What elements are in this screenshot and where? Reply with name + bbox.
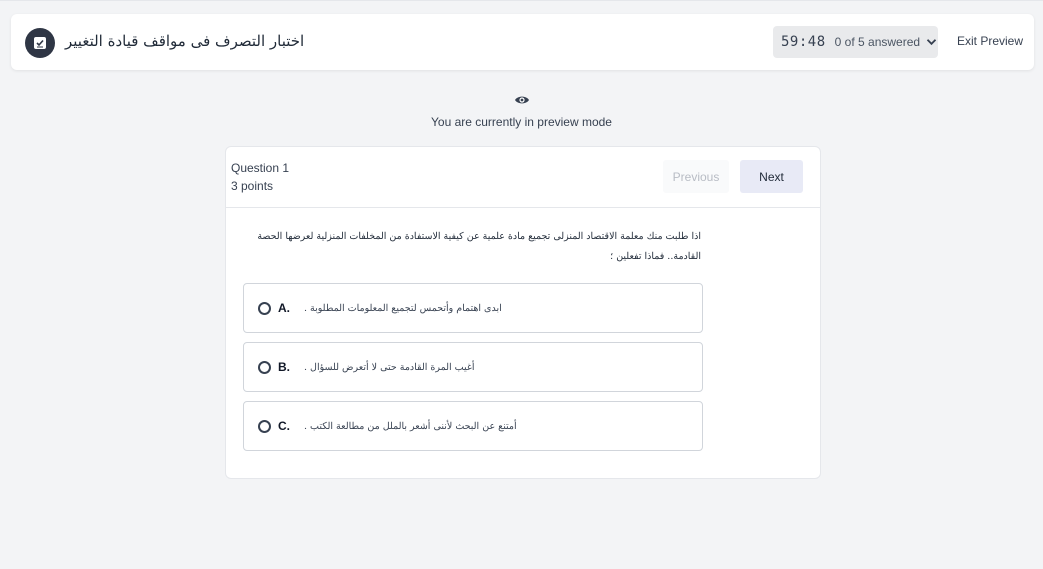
- question-number: Question 1: [231, 161, 290, 175]
- quiz-title: اختبار التصرف فى مواقف قيادة التغيير: [65, 32, 305, 50]
- radio-unchecked-icon[interactable]: [258, 419, 271, 433]
- option-text: أغيب المرة القادمة حتى لا أتعرض للسؤال .: [304, 361, 475, 373]
- question-card: Question 1 3 points Previous Next اذا طل…: [225, 146, 821, 479]
- question-text: اذا طلبت منك معلمة الاقتصاد المنزلى تجمي…: [257, 231, 701, 262]
- previous-button[interactable]: Previous: [663, 160, 729, 193]
- answer-option-b[interactable]: B. أغيب المرة القادمة حتى لا أتعرض للسؤا…: [243, 342, 703, 392]
- preview-mode-text: You are currently in preview mode: [431, 115, 612, 129]
- preview-mode-notice: You are currently in preview mode: [0, 93, 1043, 129]
- radio-unchecked-icon[interactable]: [258, 360, 271, 374]
- answered-status-dropdown[interactable]: 59:48 0 of 5 answered: [773, 26, 938, 58]
- question-points: 3 points: [231, 179, 274, 193]
- option-letter: A.: [278, 301, 290, 315]
- answer-option-c[interactable]: C. أمتنع عن البحث لأننى أشعر بالملل من م…: [243, 401, 703, 451]
- option-text: أمتنع عن البحث لأننى أشعر بالملل من مطال…: [304, 420, 517, 432]
- option-text: ابدى اهتمام وأتحمس لتجميع المعلومات المط…: [304, 302, 502, 314]
- chevron-down-icon: [926, 38, 937, 46]
- quiz-check-icon: [34, 37, 46, 49]
- eye-icon: [514, 96, 529, 104]
- option-letter: C.: [278, 419, 290, 433]
- question-header: Question 1 3 points Previous Next: [226, 147, 820, 208]
- top-divider: [0, 0, 1043, 1]
- quiz-badge: [25, 28, 55, 58]
- next-button[interactable]: Next: [740, 160, 803, 193]
- quiz-header: اختبار التصرف فى مواقف قيادة التغيير 59:…: [11, 14, 1034, 70]
- countdown-timer: 59:48: [781, 34, 826, 50]
- option-letter: B.: [278, 360, 290, 374]
- radio-unchecked-icon[interactable]: [258, 301, 271, 315]
- exit-preview-button[interactable]: Exit Preview: [957, 34, 1023, 48]
- answer-option-a[interactable]: A. ابدى اهتمام وأتحمس لتجميع المعلومات ا…: [243, 283, 703, 333]
- answered-count: 0 of 5 answered: [834, 35, 921, 49]
